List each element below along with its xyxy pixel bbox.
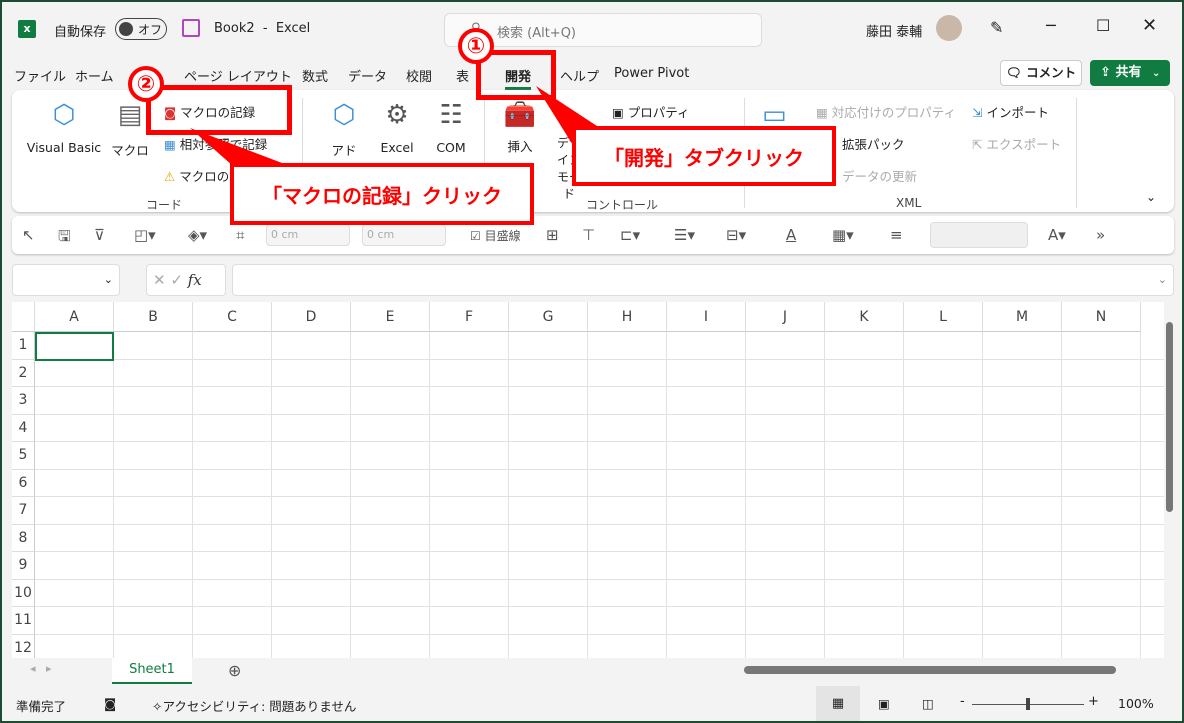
- step1-badge: ①: [458, 28, 494, 64]
- step2-badge: ②: [128, 66, 164, 102]
- step1-callout: 「開発」タブクリック: [572, 126, 836, 186]
- step2-callout: 「マクロの記録」クリック: [230, 163, 534, 225]
- highlight-record-macro: [146, 85, 292, 135]
